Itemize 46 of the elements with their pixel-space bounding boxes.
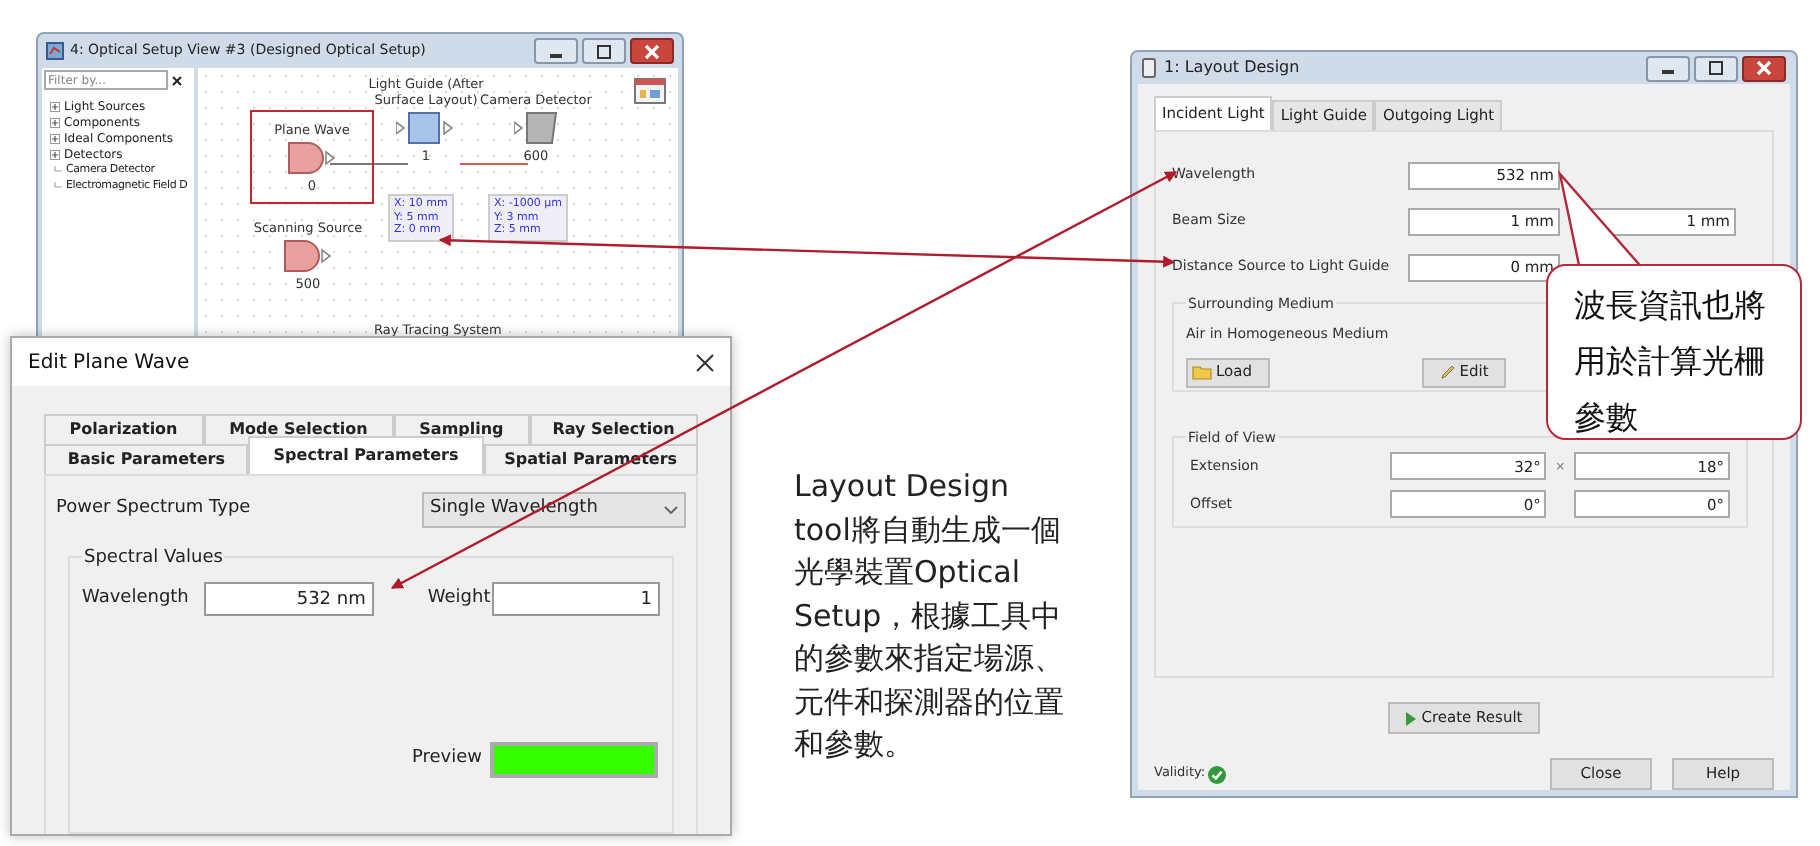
folder-icon xyxy=(1192,364,1212,380)
window-title: Edit Plane Wave xyxy=(28,349,190,377)
annotation-text: Layout Design tool將自動生成一個光學裝置Optical Setup，根據工具中的參數來指定場源、元件和探測器的位置和參數。 xyxy=(794,466,1066,766)
tree-line-icon xyxy=(54,165,62,175)
window-title: 1: Layout Design xyxy=(1164,56,1302,80)
expand-icon xyxy=(50,149,60,159)
minimize-button[interactable] xyxy=(534,38,578,64)
tab[interactable]: Polarization xyxy=(44,414,204,444)
close-button[interactable] xyxy=(630,38,674,64)
source-icon[interactable] xyxy=(287,142,337,174)
expand-icon xyxy=(50,133,60,143)
detector-icon[interactable] xyxy=(514,112,558,144)
maximize-button[interactable] xyxy=(582,38,626,64)
maximize-icon xyxy=(1709,61,1723,75)
wavelength-field[interactable]: 532 nm xyxy=(203,582,374,616)
maximize-icon xyxy=(597,44,611,58)
tree-line-icon xyxy=(54,181,62,191)
tab[interactable]: Spectral Parameters xyxy=(248,436,484,474)
field-label: Preview xyxy=(411,746,482,773)
tab[interactable]: Ray Selection xyxy=(529,414,699,444)
weight-field[interactable]: 1 xyxy=(492,582,660,616)
field-label: Weight xyxy=(427,585,492,612)
close-icon xyxy=(696,353,714,371)
field-label: Wavelength xyxy=(82,585,191,612)
close-icon xyxy=(1756,60,1772,76)
play-icon xyxy=(1405,711,1416,725)
component-icon[interactable] xyxy=(396,112,456,144)
close-icon xyxy=(644,43,660,59)
minimize-icon xyxy=(1662,70,1674,74)
connector-line xyxy=(329,163,409,165)
toolbar-icon[interactable] xyxy=(634,78,666,104)
expand-icon xyxy=(50,117,60,127)
window-icon xyxy=(46,42,64,60)
close-button[interactable] xyxy=(1742,55,1786,81)
expand-icon xyxy=(50,101,60,111)
tab[interactable]: Basic Parameters xyxy=(44,444,249,474)
minimize-icon xyxy=(550,53,562,57)
window-icon xyxy=(1142,58,1156,78)
minimize-button[interactable] xyxy=(1646,55,1690,81)
field-label: Power Spectrum Type xyxy=(56,496,251,523)
source-icon[interactable] xyxy=(283,240,333,272)
maximize-button[interactable] xyxy=(1694,55,1738,81)
pencil-icon xyxy=(1439,364,1456,380)
chevron-down-icon xyxy=(664,506,678,514)
clear-icon xyxy=(172,75,182,85)
connector-line xyxy=(459,163,529,165)
